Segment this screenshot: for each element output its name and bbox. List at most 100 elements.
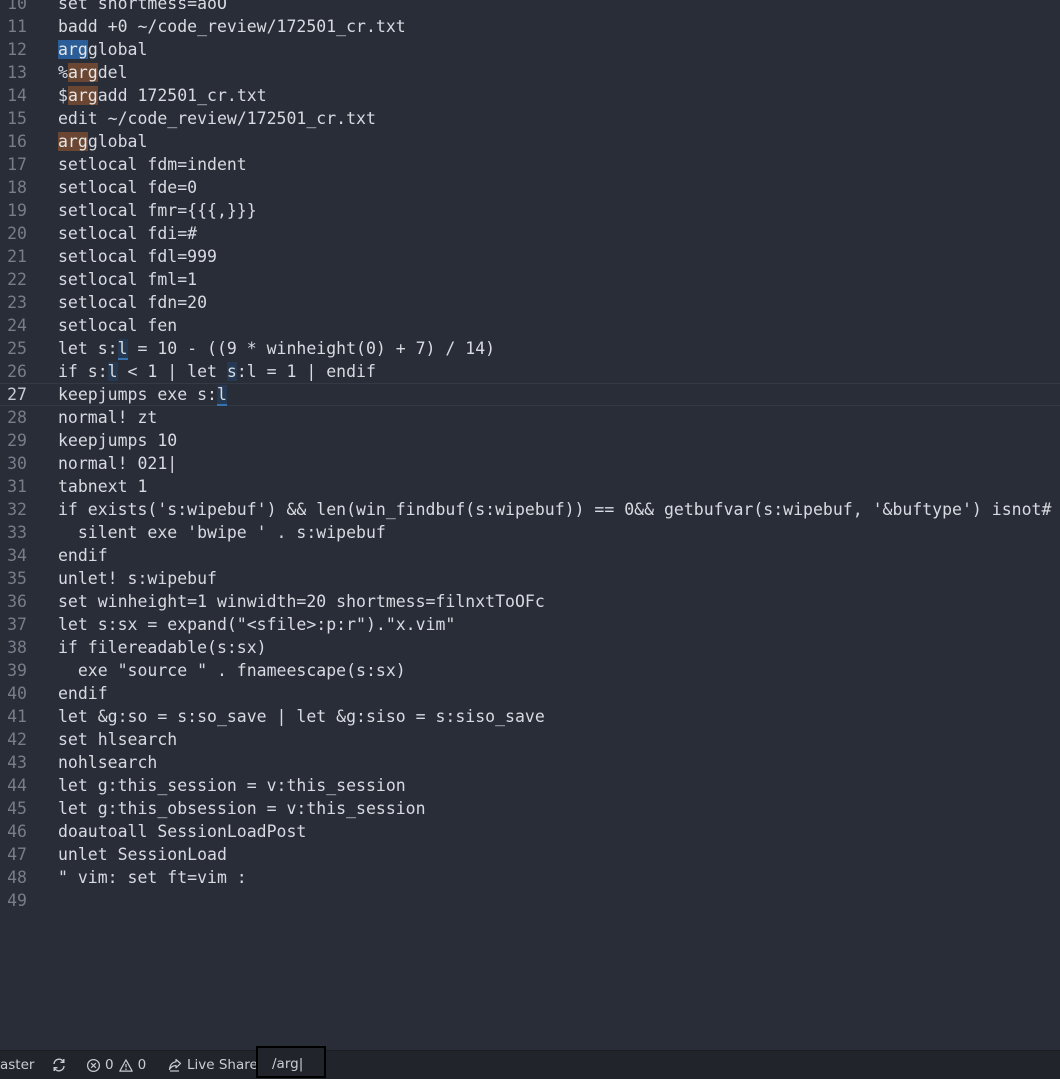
line-text: set shortmess=aoO (58, 0, 227, 13)
line-text: argglobal (58, 132, 148, 151)
code-line[interactable]: 30 normal! 021| (0, 452, 1060, 475)
code-line[interactable]: 13 %argdel (0, 61, 1060, 84)
code-line[interactable]: 14 $argadd 172501_cr.txt (0, 84, 1060, 107)
line-number: 12 (7, 40, 27, 59)
line-number: 33 (7, 523, 27, 542)
branch-name: aster (0, 1057, 35, 1073)
line-number: 41 (7, 707, 27, 726)
code-line[interactable]: 38 if filereadable(s:sx) (0, 636, 1060, 659)
line-text: set winheight=1 winwidth=20 shortmess=fi… (58, 592, 545, 611)
code-line[interactable]: 35 unlet! s:wipebuf (0, 567, 1060, 590)
line-number: 18 (7, 178, 27, 197)
line-number: 29 (7, 431, 27, 450)
code-line[interactable]: 10 set shortmess=aoO (0, 0, 1060, 15)
line-number: 16 (7, 132, 27, 151)
code-line[interactable]: 17 setlocal fdm=indent (0, 153, 1060, 176)
line-text: setlocal fdi=# (58, 224, 198, 243)
line-number: 22 (7, 270, 27, 289)
code-line[interactable]: 21 setlocal fdl=999 (0, 245, 1060, 268)
code-line[interactable]: 27 keepjumps exe s:l (0, 383, 1060, 406)
line-text: let s:sx = expand("<sfile>:p:r")."x.vim" (58, 615, 456, 634)
line-number: 13 (7, 63, 27, 82)
code-line[interactable]: 31 tabnext 1 (0, 475, 1060, 498)
code-line[interactable]: 48 " vim: set ft=vim : (0, 866, 1060, 889)
code-line[interactable]: 46 doautoall SessionLoadPost (0, 820, 1060, 843)
code-line[interactable]: 19 setlocal fmr={{{,}}} (0, 199, 1060, 222)
branch-indicator[interactable]: aster (0, 1051, 34, 1079)
code-line[interactable]: 24 setlocal fen (0, 314, 1060, 337)
line-number: 34 (7, 546, 27, 565)
line-text: if s:l < 1 | let s:l = 1 | endif (58, 362, 376, 381)
line-number: 24 (7, 316, 27, 335)
code-line[interactable]: 36 set winheight=1 winwidth=20 shortmess=… (0, 590, 1060, 613)
code-line[interactable]: 47 unlet SessionLoad (0, 843, 1060, 866)
line-text: endif (58, 684, 108, 703)
code-line[interactable]: 37 let s:sx = expand("<sfile>:p:r")."x.vi… (0, 613, 1060, 636)
code-line[interactable]: 41 let &g:so = s:so_save | let &g:siso = … (0, 705, 1060, 728)
code-line[interactable]: 42 set hlsearch (0, 728, 1060, 751)
line-number: 30 (7, 454, 27, 473)
line-text: let g:this_obsession = v:this_session (58, 799, 426, 818)
code-line[interactable]: 39 exe "source " . fnameescape(s:sx) (0, 659, 1060, 682)
code-line[interactable]: 29 keepjumps 10 (0, 429, 1060, 452)
code-line[interactable]: 15 edit ~/code_review/172501_cr.txt (0, 107, 1060, 130)
vim-command-line[interactable]: /arg| (256, 1046, 326, 1078)
line-text: setlocal fdl=999 (58, 247, 217, 266)
code-line[interactable]: 45 let g:this_obsession = v:this_session (0, 797, 1060, 820)
line-text: setlocal fde=0 (58, 178, 198, 197)
sync-button[interactable] (51, 1051, 67, 1079)
line-text: setlocal fmr={{{,}}} (58, 201, 257, 220)
code-line[interactable]: 43 nohlsearch (0, 751, 1060, 774)
line-number: 44 (7, 776, 27, 795)
line-number: 40 (7, 684, 27, 703)
line-text: keepjumps exe s:l (58, 385, 227, 406)
line-number: 21 (7, 247, 27, 266)
search-match: arg (58, 132, 88, 151)
live-share-button[interactable]: Live Share (167, 1051, 258, 1079)
code-line[interactable]: 12 argglobal (0, 38, 1060, 61)
code-line[interactable]: 32 if exists('s:wipebuf') && len(win_find… (0, 498, 1060, 521)
line-number: 43 (7, 753, 27, 772)
error-count: 0 (105, 1057, 114, 1073)
line-number: 39 (7, 661, 27, 680)
editor-lines[interactable]: 10 set shortmess=aoO 11 badd +0 ~/code_revi… (0, 0, 1060, 912)
line-text: normal! 021| (58, 454, 178, 473)
code-line[interactable]: 49 (0, 889, 1060, 912)
code-line[interactable]: 23 setlocal fdn=20 (0, 291, 1060, 314)
code-line[interactable]: 18 setlocal fde=0 (0, 176, 1060, 199)
line-text: badd +0 ~/code_review/172501_cr.txt (58, 17, 406, 36)
command-text: /arg| (272, 1056, 304, 1072)
code-line[interactable]: 22 setlocal fml=1 (0, 268, 1060, 291)
code-line[interactable]: 40 endif (0, 682, 1060, 705)
error-icon (86, 1058, 101, 1073)
line-number: 35 (7, 569, 27, 588)
line-text: nohlsearch (58, 753, 158, 772)
line-text: silent exe 'bwipe ' . s:wipebuf (58, 523, 386, 542)
search-match: l (216, 385, 227, 406)
line-number: 10 (7, 0, 27, 13)
code-line[interactable]: 26 if s:l < 1 | let s:l = 1 | endif (0, 360, 1060, 383)
line-number: 25 (7, 339, 27, 358)
code-line[interactable]: 25 let s:l = 10 - ((9 * winheight(0) + 7)… (0, 337, 1060, 360)
line-text: " vim: set ft=vim : (58, 868, 247, 887)
code-line[interactable]: 34 endif (0, 544, 1060, 567)
line-text: set hlsearch (58, 730, 178, 749)
code-line[interactable]: 11 badd +0 ~/code_review/172501_cr.txt (0, 15, 1060, 38)
line-text: setlocal fml=1 (58, 270, 198, 289)
line-text: keepjumps 10 (58, 431, 178, 450)
line-number: 46 (7, 822, 27, 841)
line-number: 26 (7, 362, 27, 381)
code-line[interactable]: 44 let g:this_session = v:this_session (0, 774, 1060, 797)
code-line[interactable]: 28 normal! zt (0, 406, 1060, 429)
code-editor[interactable]: 10 set shortmess=aoO 11 badd +0 ~/code_revi… (0, 0, 1060, 1050)
code-line[interactable]: 16 argglobal (0, 130, 1060, 153)
line-text: let &g:so = s:so_save | let &g:siso = s:… (58, 707, 545, 726)
code-line[interactable]: 33 silent exe 'bwipe ' . s:wipebuf (0, 521, 1060, 544)
line-text: argglobal (58, 40, 148, 59)
line-number: 45 (7, 799, 27, 818)
line-number: 14 (7, 86, 27, 105)
code-line[interactable]: 20 setlocal fdi=# (0, 222, 1060, 245)
line-number: 47 (7, 845, 27, 864)
line-text: setlocal fdn=20 (58, 293, 208, 312)
problems-indicator[interactable]: 0 0 (86, 1051, 146, 1079)
